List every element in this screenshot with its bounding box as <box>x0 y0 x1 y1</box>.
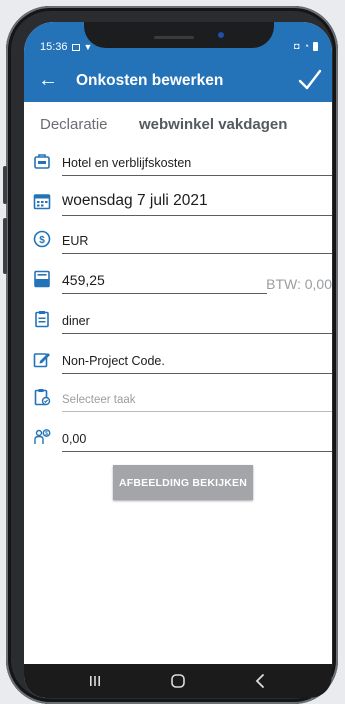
side-button <box>3 166 7 204</box>
status-time: 15:36 <box>40 41 68 53</box>
page-title: Onkosten bewerken <box>76 72 224 89</box>
date-field[interactable]: woensdag 7 juli 2021 <box>62 188 332 216</box>
task-row[interactable]: Selecteer taak <box>24 380 332 418</box>
task-icon <box>34 389 51 406</box>
amount-value: 459,25 <box>62 272 105 288</box>
back-arrow-icon[interactable]: ← <box>36 68 60 92</box>
svg-text:$: $ <box>45 431 48 437</box>
amount-row[interactable]: 459,25 BTW: 0,00 <box>24 262 332 300</box>
date-row[interactable]: woensdag 7 juli 2021 <box>24 184 332 222</box>
category-row[interactable]: Hotel en verblijfskosten <box>24 144 332 182</box>
person-money-icon: $ <box>34 429 51 444</box>
side-button <box>3 218 7 274</box>
notch <box>84 22 274 48</box>
briefcase-icon <box>34 154 50 169</box>
task-field[interactable]: Selecteer taak <box>62 384 332 412</box>
recent-apps-icon[interactable] <box>86 672 104 690</box>
svg-text:$: $ <box>39 235 45 246</box>
checkmark-icon[interactable] <box>296 66 324 94</box>
battery-icon <box>313 41 318 51</box>
back-nav-icon[interactable] <box>252 672 270 690</box>
task-placeholder: Selecteer taak <box>62 394 136 406</box>
screen: 15:36 ▼ ◘ ◔ ← Onkosten bewerken Declarat… <box>24 22 332 698</box>
currency-row[interactable]: $ EUR <box>24 222 332 260</box>
home-icon[interactable] <box>169 672 187 690</box>
extra-amount-row[interactable]: $ 0,00 <box>24 420 332 458</box>
currency-icon: $ <box>33 230 51 248</box>
project-value: Non-Project Code. <box>62 354 165 368</box>
calendar-icon <box>33 194 51 210</box>
view-image-button[interactable]: AFBEELDING BEKIJKEN <box>113 465 253 500</box>
wifi-icon: ◔ <box>303 41 309 51</box>
system-nav-bar <box>24 664 332 698</box>
currency-field[interactable]: EUR <box>62 226 332 254</box>
category-field[interactable]: Hotel en verblijfskosten <box>62 148 332 176</box>
gallery-notification-icon <box>71 43 80 51</box>
extra-amount-value: 0,00 <box>62 432 87 446</box>
amount-field[interactable]: 459,25 <box>62 266 267 294</box>
category-value: Hotel en verblijfskosten <box>62 156 192 170</box>
project-field[interactable]: Non-Project Code. <box>62 346 332 374</box>
signal-notification-icon: ▼ <box>83 42 93 52</box>
clipboard-icon <box>35 311 49 328</box>
description-value: diner <box>62 314 90 328</box>
status-bar: 15:36 ▼ ◘ ◔ <box>24 22 332 60</box>
phone-frame: 15:36 ▼ ◘ ◔ ← Onkosten bewerken Declarat… <box>3 6 338 704</box>
alarm-icon: ◘ <box>294 41 300 51</box>
declaration-label: Declaratie <box>40 116 108 133</box>
app-toolbar: ← Onkosten bewerken <box>24 60 332 102</box>
btw-value: BTW: 0,00 <box>266 276 332 292</box>
receipt-icon <box>34 270 50 288</box>
declaration-header: Declaratie webwinkel vakdagen <box>24 102 332 138</box>
description-field[interactable]: diner <box>62 306 332 334</box>
declaration-name: webwinkel vakdagen <box>139 116 288 133</box>
extra-amount-field[interactable]: 0,00 <box>62 424 332 452</box>
project-row[interactable]: Non-Project Code. <box>24 342 332 380</box>
currency-value: EUR <box>62 234 89 248</box>
edit-icon <box>33 353 50 368</box>
description-row[interactable]: diner <box>24 302 332 340</box>
date-value: woensdag 7 juli 2021 <box>62 192 208 209</box>
